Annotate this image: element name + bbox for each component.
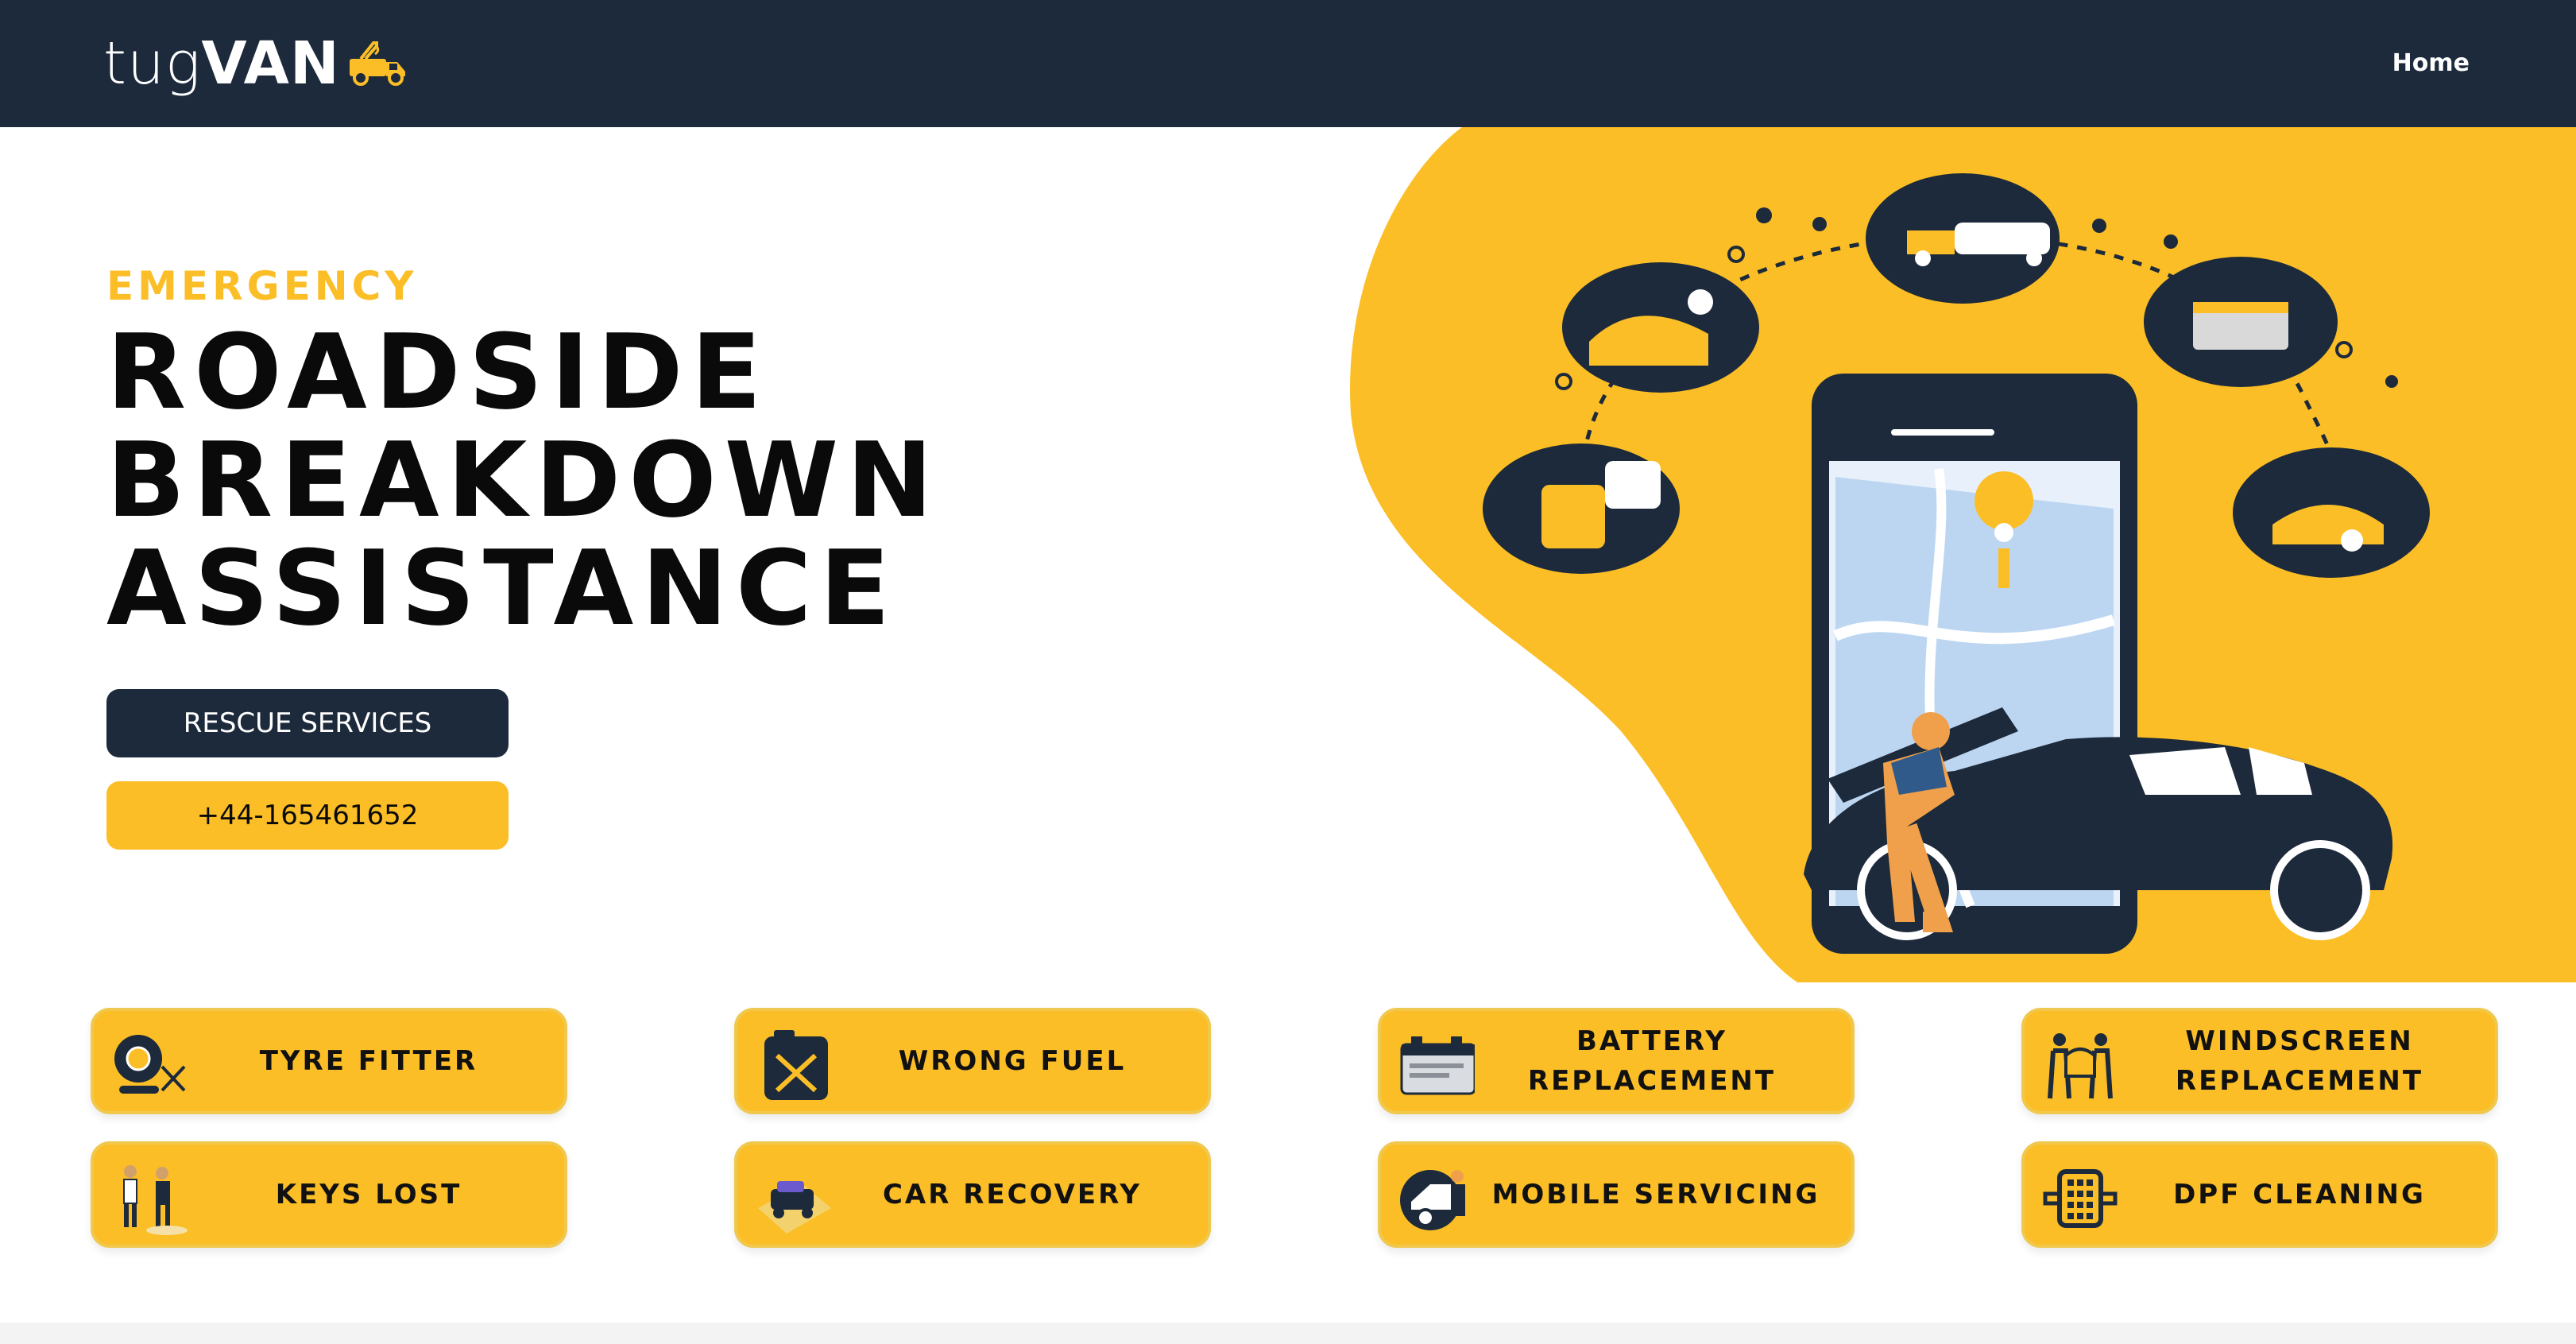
service-card-tyre-fitter[interactable]: TYRE FITTER <box>91 1008 567 1114</box>
hero-text-block: EMERGENCY ROADSIDE BREAKDOWN ASSISTANCE <box>106 262 941 642</box>
jerrycan-icon <box>764 1030 828 1100</box>
service-label: TYRE FITTER <box>259 1045 478 1077</box>
footer-strip <box>0 1323 2576 1344</box>
service-label: MOBILE SERVICING <box>1491 1179 1820 1210</box>
service-label: KEYS LOST <box>275 1179 462 1210</box>
service-label: WINDSCREEN REPLACEMENT <box>2175 1025 2424 1097</box>
tyre-icon <box>114 1035 186 1094</box>
tow-truck-icon <box>758 1181 831 1234</box>
service-card-mobile-servicing[interactable]: MOBILE SERVICING <box>1378 1141 1855 1248</box>
dpf-filter-icon <box>2043 1169 2118 1228</box>
mechanic-icon <box>1400 1170 1465 1230</box>
nav-home-link[interactable]: Home <box>2392 46 2470 81</box>
headline-line-2: BREAKDOWN <box>106 420 941 540</box>
service-card-car-recovery[interactable]: CAR RECOVERY <box>734 1141 1211 1248</box>
headline-line-1: ROADSIDE <box>106 312 770 432</box>
service-card-wrong-fuel[interactable]: WRONG FUEL <box>734 1008 1211 1114</box>
battery-icon <box>1400 1036 1475 1095</box>
brand-name-light: tug <box>103 29 202 98</box>
tow-truck-icon <box>349 41 405 86</box>
service-card-windscreen-replacement[interactable]: WINDSCREEN REPLACEMENT <box>2021 1008 2498 1114</box>
brand-logo[interactable]: tug VAN <box>103 24 412 103</box>
headline-line-3: ASSISTANCE <box>106 528 899 649</box>
service-card-dpf-cleaning[interactable]: DPF CLEANING <box>2021 1141 2498 1248</box>
hero-eyebrow: EMERGENCY <box>106 263 418 309</box>
service-label: DPF CLEANING <box>2173 1179 2426 1210</box>
people-keys-icon <box>123 1165 188 1235</box>
rescue-services-button[interactable]: RESCUE SERVICES <box>106 689 509 757</box>
top-navbar: tug VAN Home <box>0 0 2576 127</box>
windscreen-fitters-icon <box>2048 1033 2113 1099</box>
service-card-battery-replacement[interactable]: BATTERY REPLACEMENT <box>1378 1008 1855 1114</box>
service-card-keys-lost[interactable]: KEYS LOST <box>91 1141 567 1248</box>
hero-illustration <box>1483 173 2430 954</box>
service-label: CAR RECOVERY <box>882 1179 1143 1210</box>
brand-name-bold: VAN <box>201 29 340 98</box>
phone-call-button[interactable]: +44-165461652 <box>106 781 509 850</box>
hero-headline: ROADSIDE BREAKDOWN ASSISTANCE <box>106 318 941 642</box>
tow-bubble <box>1866 173 2060 304</box>
service-label: WRONG FUEL <box>898 1045 1127 1077</box>
service-label: BATTERY REPLACEMENT <box>1527 1025 1777 1097</box>
